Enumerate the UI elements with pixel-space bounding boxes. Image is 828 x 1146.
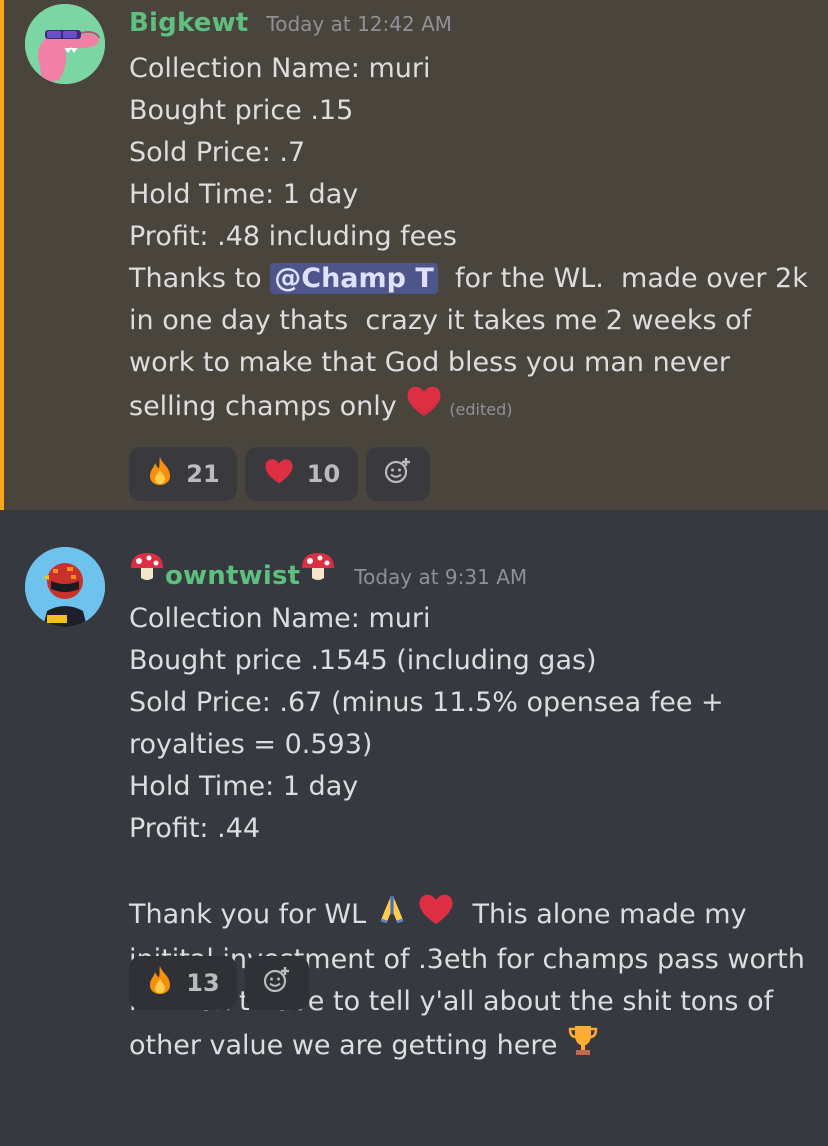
mushroom-icon — [300, 550, 336, 588]
add-reaction-icon — [383, 456, 413, 492]
line-hold: Hold Time: 1 day — [129, 771, 359, 802]
avatar[interactable] — [25, 547, 105, 627]
thanks-text-pre: Thank you for WL — [129, 899, 375, 930]
timestamp: Today at 12:42 AM — [266, 12, 453, 36]
add-reaction-button[interactable] — [245, 956, 309, 1010]
line-hold: Hold Time: 1 day — [129, 179, 359, 210]
reaction-bar: 21 10 — [129, 447, 430, 501]
fire-icon — [146, 456, 174, 492]
line-bought: Bought price .15 — [129, 95, 354, 126]
user-mention[interactable]: @Champ T — [270, 263, 438, 294]
message-header: owntwist Today at 9:31 AM — [129, 550, 527, 591]
username[interactable]: Bigkewt — [129, 8, 248, 38]
message-owntwist: owntwist Today at 9:31 AM Collection Nam… — [0, 510, 828, 1146]
heart-icon — [405, 384, 443, 431]
trophy-icon — [566, 1023, 600, 1070]
edited-label: (edited) — [449, 400, 513, 419]
line-profit: Profit: .44 — [129, 813, 261, 844]
heart-icon — [417, 892, 455, 939]
reaction-count: 10 — [306, 460, 341, 488]
reaction-count: 13 — [186, 969, 220, 997]
fire-icon — [146, 965, 174, 1001]
reaction-count: 21 — [186, 460, 220, 488]
thanks-text-pre: Thanks to — [129, 263, 271, 294]
heart-icon — [263, 457, 295, 491]
username[interactable]: owntwist — [165, 561, 300, 591]
message-bigkewt: Bigkewt Today at 12:42 AM Collection Nam… — [0, 0, 828, 510]
mushroom-icon — [129, 550, 165, 588]
line-collection: Collection Name: muri — [129, 603, 431, 634]
avatar[interactable] — [25, 4, 105, 84]
reaction-fire[interactable]: 21 — [129, 447, 237, 501]
line-sold: Sold Price: .67 (minus 11.5% opensea fee… — [129, 687, 733, 760]
reaction-fire[interactable]: 13 — [129, 956, 237, 1010]
line-sold: Sold Price: .7 — [129, 137, 306, 168]
message-content: Collection Name: muri Bought price .15 S… — [129, 48, 808, 431]
message-header: Bigkewt Today at 12:42 AM — [129, 8, 452, 38]
praying-hands-icon — [375, 892, 409, 939]
reaction-heart[interactable]: 10 — [245, 447, 358, 501]
line-collection: Collection Name: muri — [129, 53, 431, 84]
line-bought: Bought price .1545 (including gas) — [129, 645, 597, 676]
add-reaction-icon — [262, 965, 292, 1001]
timestamp: Today at 9:31 AM — [354, 565, 528, 589]
line-profit: Profit: .48 including fees — [129, 221, 457, 252]
add-reaction-button[interactable] — [366, 447, 430, 501]
reaction-bar: 13 — [129, 956, 309, 1010]
